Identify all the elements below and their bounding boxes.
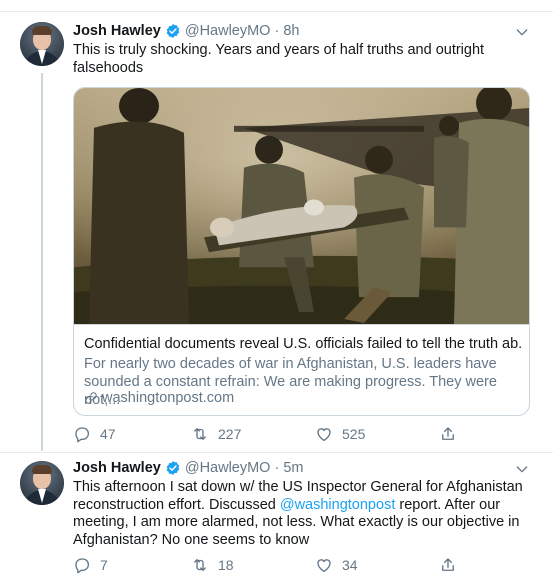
like-button[interactable]: 525 [315, 424, 365, 444]
tweet-header: Josh Hawley @HawleyMO · 5m [73, 459, 303, 477]
reply-count: 7 [100, 557, 108, 573]
verified-badge-icon [166, 24, 180, 38]
author-name[interactable]: Josh Hawley [73, 460, 161, 476]
like-count: 525 [342, 426, 366, 442]
tweet-header: Josh Hawley @HawleyMO · 8h [73, 22, 299, 40]
card-title[interactable]: Confidential documents reveal U.S. offic… [84, 336, 522, 352]
chevron-down-icon[interactable] [514, 24, 530, 40]
reply-icon [75, 558, 90, 574]
tweet-2[interactable]: Josh Hawley @HawleyMO · 5m This afternoo… [0, 453, 553, 588]
share-icon [442, 427, 454, 440]
like-icon [317, 428, 331, 442]
retweet-icon [194, 559, 206, 571]
timestamp[interactable]: 5m [283, 460, 303, 476]
tweet-text: This is truly shocking. Years and years … [73, 42, 485, 76]
avatar[interactable] [20, 461, 64, 505]
author-handle[interactable]: @HawleyMO [185, 460, 271, 476]
card-domain-text: washingtonpost.com [102, 390, 235, 406]
retweet-button[interactable]: 18 [191, 555, 234, 575]
tweet-1[interactable]: Josh Hawley @HawleyMO · 8h This is truly… [0, 0, 553, 452]
chevron-down-icon[interactable] [514, 461, 530, 477]
reply-button[interactable]: 47 [73, 424, 116, 444]
retweet-count: 18 [218, 557, 234, 573]
card-domain[interactable]: washingtonpost.com [84, 390, 234, 406]
avatar[interactable] [20, 22, 64, 66]
share-icon [442, 558, 454, 571]
separator-dot: · [274, 460, 280, 476]
retweet-icon [194, 428, 206, 440]
share-button[interactable] [439, 555, 466, 575]
reply-button[interactable]: 7 [73, 555, 108, 575]
reply-count: 47 [100, 426, 116, 442]
card-image[interactable] [74, 88, 530, 325]
link-icon [85, 392, 97, 404]
retweet-button[interactable]: 227 [191, 424, 241, 444]
tweet-text: This afternoon I sat down w/ the US Insp… [73, 479, 523, 549]
verified-badge-icon [166, 461, 180, 475]
like-button[interactable]: 34 [315, 555, 358, 575]
like-icon [317, 559, 331, 573]
author-name[interactable]: Josh Hawley [73, 23, 161, 39]
separator-dot: · [274, 23, 280, 39]
like-count: 34 [342, 557, 358, 573]
mention-link[interactable]: @washingtonpost [280, 497, 395, 513]
author-handle[interactable]: @HawleyMO [185, 23, 271, 39]
timestamp[interactable]: 8h [283, 23, 299, 39]
link-card[interactable]: Confidential documents reveal U.S. offic… [73, 87, 530, 416]
retweet-count: 227 [218, 426, 242, 442]
share-button[interactable] [439, 424, 466, 444]
reply-icon [75, 427, 90, 443]
